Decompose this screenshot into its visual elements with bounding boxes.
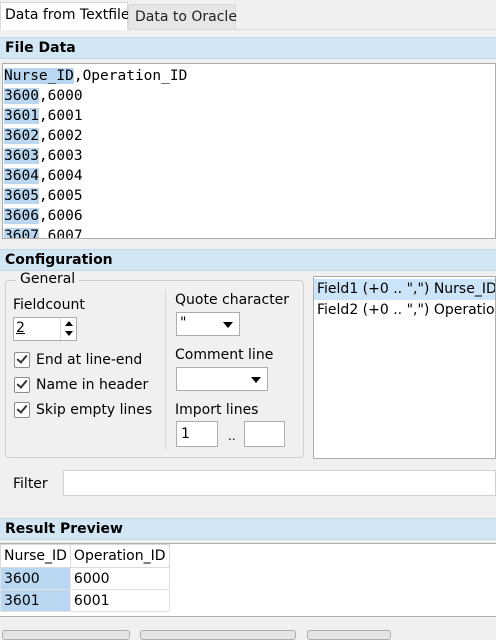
file-line: Nurse_ID,Operation_ID (4, 68, 188, 84)
file-line: 3602,6002 (4, 128, 83, 144)
file-line: 3604,6004 (4, 168, 83, 184)
table-row[interactable]: 3601 6001 (0, 589, 170, 612)
filter-label: Filter (13, 476, 48, 492)
stepper-down-icon[interactable] (61, 329, 76, 340)
bottom-button-1[interactable] (2, 630, 130, 640)
chevron-down-icon (223, 322, 233, 328)
result-preview-header: Result Preview (0, 518, 496, 540)
field-list[interactable]: Field1 (+0 .. ",") Nurse_ID Field2 (+0 .… (313, 276, 496, 459)
quote-character-value: " (180, 315, 187, 331)
table-cell: 3601 (0, 589, 71, 612)
name-in-header-checkbox[interactable] (14, 377, 30, 393)
file-data-textarea[interactable]: Nurse_ID,Operation_ID 3600,6000 3601,600… (2, 63, 496, 239)
skip-empty-lines-label: Skip empty lines (36, 402, 153, 418)
bottom-button-2[interactable] (140, 630, 296, 640)
fieldcount-label: Fieldcount (13, 297, 85, 313)
end-at-line-end-checkbox[interactable] (14, 352, 30, 368)
name-in-header-label: Name in header (36, 377, 149, 393)
file-data-header: File Data (0, 37, 496, 59)
filter-input[interactable] (63, 470, 496, 496)
tab-data-to-oracle[interactable]: Data to Oracle (128, 4, 237, 30)
quote-character-label: Quote character (175, 292, 290, 308)
file-line: 3603,6003 (4, 148, 83, 164)
column-header[interactable]: Operation_ID (69, 544, 170, 568)
import-from-value: 1 (181, 426, 190, 442)
fieldcount-stepper[interactable]: 2 (13, 317, 77, 341)
table-cell: 3600 (0, 567, 71, 590)
column-header[interactable]: Nurse_ID (0, 544, 71, 568)
stepper-up-icon[interactable] (61, 318, 76, 329)
table-row[interactable]: 3600 6000 (0, 567, 170, 590)
bottom-button-3[interactable] (307, 630, 391, 640)
table-cell: 6000 (69, 567, 170, 590)
table-cell: 6001 (69, 589, 170, 612)
file-line: 3605,6005 (4, 188, 83, 204)
import-range-separator: .. (228, 429, 236, 443)
quote-character-select[interactable]: " (176, 312, 240, 336)
result-preview-table: Nurse_ID Operation_ID 3600 6000 3601 600… (0, 544, 170, 612)
file-line: 3607,6007 (4, 226, 495, 238)
comment-line-select[interactable] (176, 367, 268, 391)
end-at-line-end-label: End at line-end (36, 352, 143, 368)
field-list-item[interactable]: Field1 (+0 .. ",") Nurse_ID (314, 279, 495, 300)
result-preview-table-area[interactable]: Nurse_ID Operation_ID 3600 6000 3601 600… (0, 543, 496, 617)
file-line: 3600,6000 (4, 88, 83, 104)
skip-empty-lines-checkbox[interactable] (14, 402, 30, 418)
import-lines-label: Import lines (175, 402, 259, 418)
fieldcount-value: 2 (16, 320, 25, 336)
check-icon (16, 402, 28, 414)
tab-bar: Data from Textfile Data to Oracle (0, 0, 496, 30)
check-icon (16, 352, 28, 364)
table-header-row: Nurse_ID Operation_ID (0, 544, 170, 568)
tab-data-from-textfile[interactable]: Data from Textfile (0, 2, 130, 30)
configuration-header: Configuration (0, 249, 496, 271)
stepper-buttons (60, 318, 76, 340)
file-line: 3601,6001 (4, 108, 83, 124)
check-icon (16, 377, 28, 389)
general-legend: General (16, 271, 80, 287)
file-line: 3606,6006 (4, 208, 83, 224)
import-from-input[interactable]: 1 (176, 421, 218, 447)
group-divider (165, 290, 166, 450)
comment-line-label: Comment line (175, 347, 274, 363)
field-list-item[interactable]: Field2 (+0 .. ",") Operation_ID (314, 300, 495, 321)
chevron-down-icon (251, 377, 261, 383)
import-to-input[interactable] (244, 421, 285, 447)
